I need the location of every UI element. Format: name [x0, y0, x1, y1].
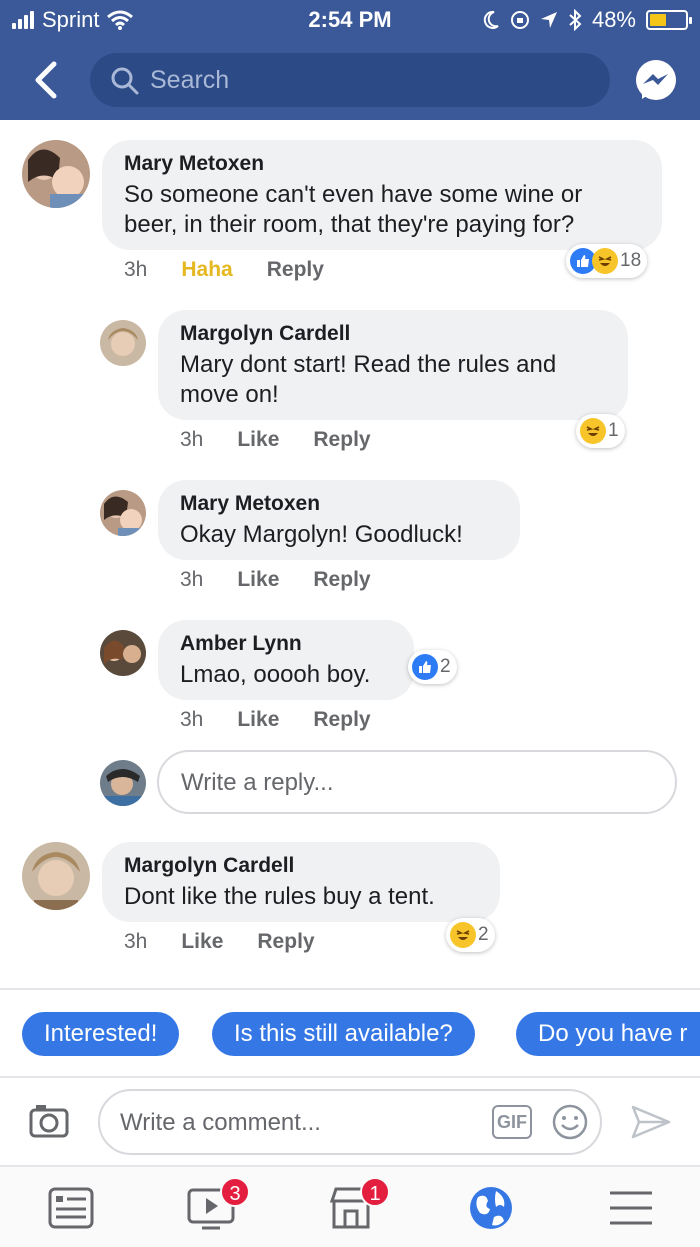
gif-button[interactable]: GIF — [492, 1105, 532, 1139]
comment-composer[interactable]: GIF — [98, 1089, 602, 1155]
quick-reply-chip[interactable]: Is this still available? — [212, 1012, 475, 1056]
comment-input[interactable] — [120, 1106, 480, 1140]
haha-reaction-icon — [592, 248, 618, 274]
menu-icon[interactable] — [606, 1183, 656, 1233]
like-button[interactable]: Like — [237, 428, 279, 452]
comment-bubble: Margolyn Cardell Dont like the rules buy… — [102, 842, 500, 922]
reaction-count: 2 — [440, 656, 451, 677]
like-reaction-icon — [412, 654, 438, 680]
nav-bar — [0, 40, 700, 120]
reply-bubble: Mary Metoxen Okay Margolyn! Goodluck! — [158, 480, 520, 560]
reaction-summary[interactable]: 2 — [446, 918, 495, 952]
battery-icon — [646, 10, 692, 30]
reply-text: Okay Margolyn! Goodluck! — [180, 521, 463, 548]
reply-actions: 3h Like Reply — [180, 708, 371, 732]
moon-icon — [483, 10, 499, 29]
reaction-summary[interactable]: 18 — [566, 244, 648, 278]
haha-reaction-icon — [450, 922, 476, 948]
comment-author[interactable]: Margolyn Cardell — [124, 854, 478, 878]
notification-badge: 3 — [220, 1177, 250, 1207]
like-button[interactable]: Like — [237, 568, 279, 592]
rotation-lock-icon — [510, 11, 529, 29]
quick-reply-chip[interactable]: Interested! — [22, 1012, 180, 1056]
reply-author[interactable]: Margolyn Cardell — [180, 322, 606, 346]
news-feed-icon[interactable] — [46, 1183, 96, 1233]
comment-author[interactable]: Mary Metoxen — [124, 152, 640, 176]
reaction-button[interactable]: Haha — [181, 258, 232, 282]
send-icon[interactable] — [630, 1104, 672, 1140]
back-arrow-icon[interactable] — [28, 58, 68, 102]
divider — [0, 1076, 700, 1078]
reply-actions: 3h Like Reply — [180, 428, 371, 452]
reply-button[interactable]: Reply — [257, 930, 314, 954]
comment-time[interactable]: 3h — [124, 258, 147, 282]
avatar — [100, 760, 146, 806]
avatar[interactable] — [22, 140, 90, 208]
location-icon — [540, 12, 557, 28]
reply-bubble: Amber Lynn Lmao, ooooh boy. — [158, 620, 414, 700]
reaction-count: 2 — [478, 924, 489, 945]
comment-text: So someone can't even have some wine or … — [124, 181, 583, 238]
bluetooth-icon — [569, 9, 582, 31]
reaction-summary[interactable]: 2 — [408, 650, 457, 684]
globe-icon[interactable] — [466, 1183, 516, 1233]
camera-icon[interactable] — [28, 1102, 70, 1140]
reaction-summary[interactable]: 1 — [576, 414, 625, 448]
reply-button[interactable]: Reply — [313, 568, 370, 592]
reply-text: Mary dont start! Read the rules and move… — [180, 351, 557, 408]
status-bar: Sprint 2:54 PM 48% — [0, 0, 700, 40]
reply-author[interactable]: Mary Metoxen — [180, 492, 498, 516]
comment-actions: 3h Like Reply — [124, 930, 315, 954]
reply-button[interactable]: Reply — [267, 258, 324, 282]
tab-watch[interactable]: 3 — [186, 1177, 250, 1233]
reply-input-container[interactable] — [157, 750, 677, 814]
battery-percent: 48% — [591, 7, 636, 32]
reaction-count: 1 — [608, 420, 619, 441]
divider — [0, 988, 700, 990]
comment-actions: 3h Haha Reply — [124, 258, 324, 282]
reply-input[interactable] — [181, 766, 651, 800]
haha-reaction-icon — [580, 418, 606, 444]
reply-time[interactable]: 3h — [180, 708, 203, 732]
search-bar[interactable] — [90, 53, 610, 107]
like-button[interactable]: Like — [237, 708, 279, 732]
reaction-count: 18 — [620, 250, 642, 271]
avatar[interactable] — [22, 842, 90, 910]
reply-button[interactable]: Reply — [313, 708, 370, 732]
avatar[interactable] — [100, 320, 146, 366]
avatar[interactable] — [100, 490, 146, 536]
search-input[interactable] — [150, 63, 590, 97]
comment-bubble: Mary Metoxen So someone can't even have … — [102, 140, 662, 250]
tab-bar: 3 1 — [0, 1165, 700, 1247]
system-indicators: 48% — [482, 7, 692, 33]
notification-badge: 1 — [360, 1177, 390, 1207]
smiley-icon[interactable] — [552, 1104, 588, 1140]
search-icon — [111, 67, 139, 95]
tab-marketplace[interactable]: 1 — [326, 1177, 390, 1233]
like-button[interactable]: Like — [181, 930, 223, 954]
reply-text: Lmao, ooooh boy. — [180, 661, 371, 688]
messenger-icon[interactable] — [634, 59, 678, 103]
avatar[interactable] — [100, 630, 146, 676]
reply-time[interactable]: 3h — [180, 428, 203, 452]
reply-button[interactable]: Reply — [313, 428, 370, 452]
comment-time[interactable]: 3h — [124, 930, 147, 954]
quick-reply-chip[interactable]: Do you have r — [516, 1012, 700, 1056]
reply-time[interactable]: 3h — [180, 568, 203, 592]
comment-text: Dont like the rules buy a tent. — [124, 883, 435, 910]
reply-author[interactable]: Amber Lynn — [180, 632, 392, 656]
reply-bubble: Margolyn Cardell Mary dont start! Read t… — [158, 310, 628, 420]
reply-actions: 3h Like Reply — [180, 568, 371, 592]
